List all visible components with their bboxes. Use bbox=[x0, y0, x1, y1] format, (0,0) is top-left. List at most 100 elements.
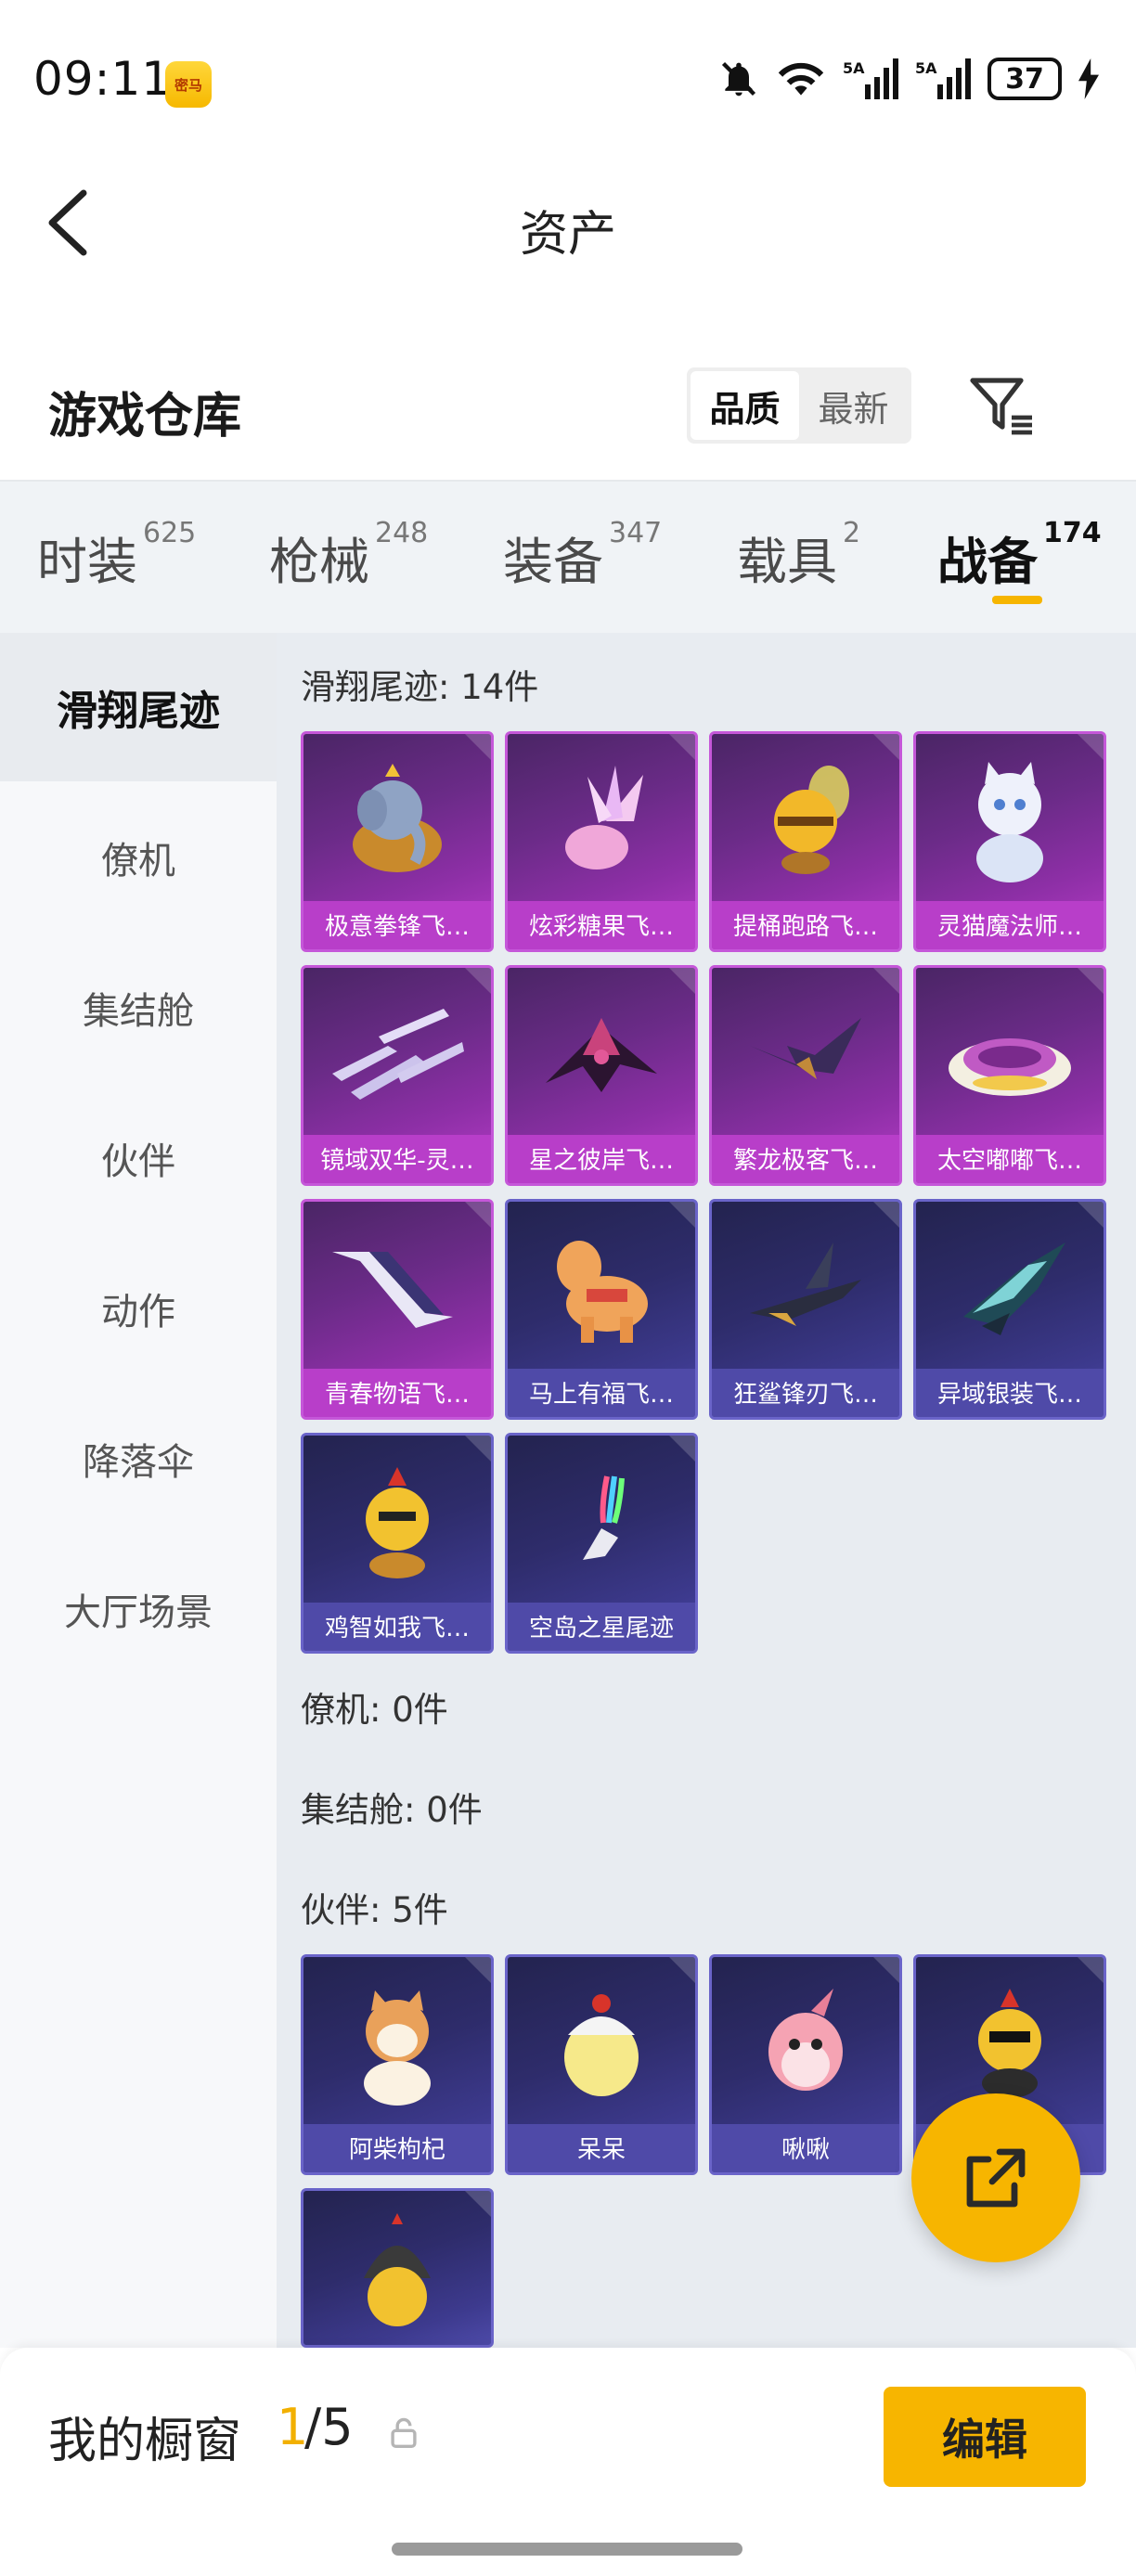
battery-icon: 37 bbox=[988, 58, 1062, 100]
item-card[interactable]: 极意拳锋飞… bbox=[301, 731, 494, 952]
item-card[interactable]: 异域银装飞… bbox=[913, 1199, 1106, 1420]
edit-button[interactable]: 编辑 bbox=[884, 2387, 1086, 2487]
home-indicator[interactable] bbox=[392, 2543, 742, 2556]
item-card[interactable]: 灵猫魔法师… bbox=[913, 731, 1106, 952]
tab-count: 174 bbox=[1043, 517, 1102, 549]
item-name: 马上有福飞… bbox=[528, 1381, 674, 1409]
item-card[interactable]: 阿柴枸杞 bbox=[301, 1954, 494, 2175]
app-badge-icon: 密马 bbox=[165, 61, 212, 108]
item-card[interactable]: 呆呆 bbox=[505, 1954, 698, 2175]
sidebar-item-lobby-scene[interactable]: 大厅场景 bbox=[0, 1535, 277, 1683]
bell-off-icon bbox=[721, 61, 756, 97]
item-name: 空岛之星尾迹 bbox=[528, 1615, 674, 1642]
item-art-dark-jet bbox=[508, 975, 695, 1135]
item-card[interactable]: 镜域双华-灵… bbox=[301, 965, 494, 1186]
item-name: 呆呆 bbox=[576, 2136, 626, 2164]
item-name: 星之彼岸飞… bbox=[528, 1147, 674, 1175]
item-name: 极意拳锋飞… bbox=[324, 913, 470, 941]
item-card[interactable]: 炫彩糖果飞… bbox=[505, 731, 698, 952]
tab-label: 枪械 bbox=[269, 533, 369, 591]
status-icons: 5A 5A 37 bbox=[718, 58, 1099, 100]
filter-icon bbox=[970, 378, 1032, 435]
item-name: 繁龙极客飞… bbox=[732, 1147, 878, 1175]
tab-label: 载具 bbox=[737, 533, 837, 591]
item-art-bee bbox=[712, 741, 899, 901]
item-art-silver-wing bbox=[916, 1209, 1104, 1369]
status-time: 09:11 bbox=[33, 52, 173, 106]
item-card[interactable]: 空岛之星尾迹 bbox=[505, 1433, 698, 1654]
item-card[interactable]: 青春物语飞… bbox=[301, 1199, 494, 1420]
showcase-bar: 我的橱窗 1 /5 编辑 bbox=[0, 2348, 1136, 2576]
item-card[interactable] bbox=[301, 2188, 494, 2348]
item-card[interactable]: 啾啾 bbox=[709, 1954, 902, 2175]
sidebar-item-partner[interactable]: 伙伴 bbox=[0, 1084, 277, 1232]
sidebar-item-emote[interactable]: 动作 bbox=[0, 1234, 277, 1383]
active-tab-indicator bbox=[992, 596, 1042, 604]
sidebar-item-glide-trail[interactable]: 滑翔尾迹 bbox=[0, 633, 277, 781]
sidebar-item-parachute[interactable]: 降落伞 bbox=[0, 1385, 277, 1533]
item-name: 啾啾 bbox=[781, 2136, 830, 2164]
item-card[interactable]: 太空嘟嘟飞… bbox=[913, 965, 1106, 1186]
tab-guns[interactable]: 枪械 248 bbox=[269, 517, 428, 594]
item-art-chicken bbox=[303, 1443, 491, 1603]
item-art-elephant bbox=[303, 741, 491, 901]
item-art-helmet-chicken bbox=[303, 2198, 491, 2345]
item-art-ufo bbox=[916, 975, 1104, 1135]
item-card[interactable]: 星之彼岸飞… bbox=[505, 965, 698, 1186]
item-card[interactable]: 狂鲨锋刃飞… bbox=[709, 1199, 902, 1420]
item-name: 狂鲨锋刃飞… bbox=[732, 1381, 878, 1409]
item-art-mirror-shards bbox=[303, 975, 491, 1135]
category-tabs: 时装 625 枪械 248 装备 347 载具 2 战备 174 bbox=[0, 480, 1136, 633]
wifi-icon bbox=[778, 62, 824, 96]
section-label-partner: 伙伴: 5件 bbox=[301, 1890, 448, 1930]
tab-readiness[interactable]: 战备 174 bbox=[937, 517, 1102, 594]
signal-5g-icon: 5A bbox=[843, 58, 898, 99]
item-name: 异域银装飞… bbox=[936, 1381, 1082, 1409]
share-icon bbox=[966, 2148, 1026, 2208]
nav-bar: 资产 bbox=[0, 139, 1136, 306]
item-name: 炫彩糖果飞… bbox=[528, 913, 674, 941]
tab-equipment[interactable]: 装备 347 bbox=[503, 517, 662, 594]
tab-fashion[interactable]: 时装 625 bbox=[37, 517, 196, 594]
tab-count: 347 bbox=[609, 517, 663, 549]
sidebar-item-wingman[interactable]: 僚机 bbox=[0, 783, 277, 932]
item-art-pink-bird bbox=[712, 1964, 899, 2124]
item-name: 鸡智如我飞… bbox=[324, 1615, 470, 1642]
item-name: 灵猫魔法师… bbox=[936, 913, 1082, 941]
tab-count: 625 bbox=[143, 517, 197, 549]
tab-label: 战备 bbox=[937, 533, 1038, 591]
item-art-rainbow-trail bbox=[508, 1443, 695, 1603]
sort-newest-button[interactable]: 最新 bbox=[799, 371, 908, 440]
item-name: 镜域双华-灵… bbox=[320, 1147, 474, 1175]
showcase-total-count: /5 bbox=[304, 2398, 354, 2456]
item-grid-area: 滑翔尾迹: 14件 极意拳锋飞… 炫彩糖果飞… 提桶跑路飞… 灵猫魔法师… 镜域… bbox=[277, 633, 1136, 2348]
item-art-glider bbox=[303, 1209, 491, 1369]
warehouse-header: 游戏仓库 品质 最新 bbox=[0, 334, 1136, 473]
lock-icon bbox=[391, 2417, 417, 2448]
item-name: 阿柴枸杞 bbox=[348, 2136, 445, 2164]
item-card[interactable]: 马上有福飞… bbox=[505, 1199, 698, 1420]
charging-icon bbox=[1078, 58, 1099, 99]
svg-text:5A: 5A bbox=[843, 59, 865, 77]
item-art-cat bbox=[916, 741, 1104, 901]
item-card[interactable]: 提桶跑路飞… bbox=[709, 731, 902, 952]
item-card[interactable]: 繁龙极客飞… bbox=[709, 965, 902, 1186]
section-label-capsule: 集结舱: 0件 bbox=[301, 1790, 483, 1830]
item-art-horse bbox=[508, 1209, 695, 1369]
sidebar-item-capsule[interactable]: 集结舱 bbox=[0, 934, 277, 1082]
tab-count: 2 bbox=[843, 517, 861, 549]
item-card[interactable]: 鸡智如我飞… bbox=[301, 1433, 494, 1654]
app-badge-label: 密马 bbox=[174, 76, 202, 94]
tab-label: 装备 bbox=[503, 533, 603, 591]
sort-quality-button[interactable]: 品质 bbox=[691, 371, 799, 440]
item-name: 太空嘟嘟飞… bbox=[936, 1147, 1082, 1175]
tab-vehicles[interactable]: 载具 2 bbox=[737, 517, 860, 594]
filter-button[interactable] bbox=[965, 369, 1039, 444]
showcase-title: 我的橱窗 bbox=[48, 2414, 242, 2469]
share-button[interactable] bbox=[911, 2093, 1080, 2262]
section-label-wingman: 僚机: 0件 bbox=[301, 1690, 448, 1730]
svg-text:5A: 5A bbox=[915, 59, 937, 77]
sidebar: 滑翔尾迹 僚机 集结舱 伙伴 动作 降落伞 大厅场景 bbox=[0, 633, 277, 2348]
item-art-candy bbox=[508, 741, 695, 901]
tab-label: 时装 bbox=[37, 533, 137, 591]
